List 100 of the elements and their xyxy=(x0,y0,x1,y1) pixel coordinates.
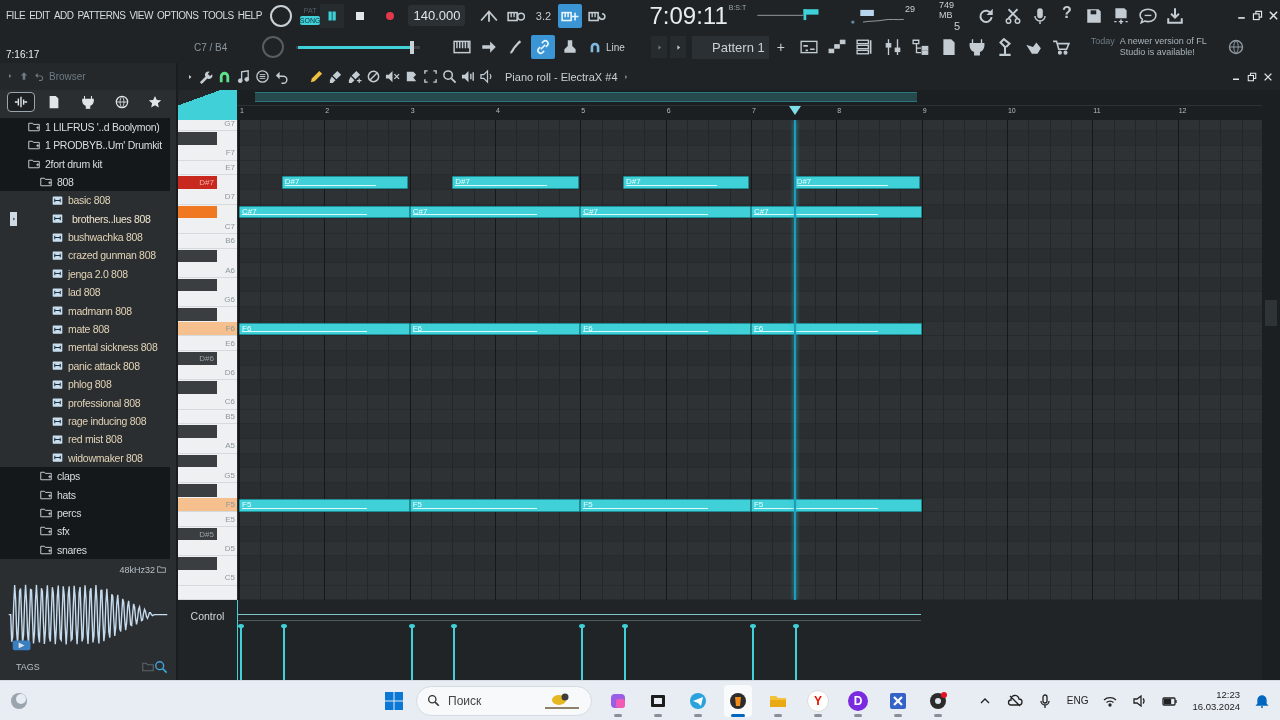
globe-icon[interactable] xyxy=(1227,39,1244,55)
windows-start-icon[interactable] xyxy=(384,690,404,711)
save-icon[interactable] xyxy=(1085,6,1103,25)
velocity-bar[interactable] xyxy=(751,626,754,680)
browser-item[interactable]: crazed gunman 808 xyxy=(68,249,156,262)
caret-icon[interactable] xyxy=(186,72,194,81)
velocity-bar[interactable] xyxy=(410,626,413,680)
pattern-selector[interactable]: Pattern 1 xyxy=(692,35,769,59)
browser-item[interactable]: claps xyxy=(57,470,80,483)
sharp-key[interactable]: D#6 xyxy=(178,352,217,365)
microphone-icon[interactable] xyxy=(1031,6,1049,25)
pitch-knob[interactable] xyxy=(262,36,284,58)
browser-item[interactable]: madmann 808 xyxy=(68,304,132,317)
undo-icon[interactable] xyxy=(977,6,995,25)
plug-icon[interactable] xyxy=(967,38,986,56)
restore-icon[interactable] xyxy=(1251,9,1264,22)
menu-item[interactable]: EDIT xyxy=(29,10,50,21)
add-pattern-button[interactable]: + xyxy=(772,39,789,55)
magnet-icon[interactable] xyxy=(217,69,232,84)
back-icon[interactable] xyxy=(34,71,44,82)
browser-item[interactable]: sfx xyxy=(57,525,70,538)
browser-tab[interactable] xyxy=(6,91,35,112)
snap-selector[interactable]: Line xyxy=(606,41,625,53)
mixer-icon[interactable] xyxy=(883,38,902,56)
browser-item[interactable]: phlog 808 xyxy=(68,378,112,391)
menu-icon[interactable] xyxy=(255,69,270,84)
sharp-key[interactable] xyxy=(178,278,217,292)
help-button[interactable]: ? xyxy=(1055,3,1079,28)
control-label[interactable]: Control xyxy=(190,610,225,680)
browser-item[interactable]: jenga 2.0 808 xyxy=(68,267,128,280)
browser-item[interactable]: basic 808 xyxy=(68,194,111,207)
wrench-icon[interactable] xyxy=(198,69,213,84)
velocity-bar[interactable] xyxy=(794,626,797,680)
brush-icon[interactable] xyxy=(328,69,343,84)
news-message[interactable]: A newer version of FL Studio is available! xyxy=(1119,36,1220,58)
tempo-display[interactable]: 140.000 xyxy=(408,5,466,26)
menu-item[interactable]: PATTERNS xyxy=(77,10,126,21)
menu-item[interactable]: OPTIONS xyxy=(156,10,199,21)
countdown-toggle[interactable]: 3.2 xyxy=(531,3,556,28)
browser-item[interactable]: panic attack 808 xyxy=(68,359,140,372)
browser-item[interactable]: bushwachka 808 xyxy=(68,231,143,244)
pencil-icon[interactable] xyxy=(309,69,324,84)
playlist-icon[interactable] xyxy=(799,38,818,56)
browser-item[interactable]: red mist 808 xyxy=(68,433,123,446)
slider-handle[interactable] xyxy=(410,40,414,54)
search-icon[interactable] xyxy=(154,660,168,675)
taskbar-app[interactable] xyxy=(724,684,752,717)
channel-rack-icon[interactable] xyxy=(855,38,874,56)
playback-icon[interactable] xyxy=(461,69,476,84)
browser-item[interactable]: snares xyxy=(57,543,87,556)
zoom-icon[interactable] xyxy=(442,69,457,84)
restore-icon[interactable] xyxy=(1246,70,1258,83)
delete-icon[interactable] xyxy=(366,69,381,84)
browser-item[interactable]: percs xyxy=(57,506,82,519)
sharp-key[interactable] xyxy=(178,454,217,468)
overview-scrollbar[interactable] xyxy=(255,91,917,103)
mute-icon[interactable] xyxy=(385,69,400,84)
browser-item[interactable]: hats xyxy=(57,488,76,501)
sharp-key[interactable]: D#5 xyxy=(178,528,217,541)
volume-knob[interactable] xyxy=(269,4,292,27)
browser-item[interactable]: professional 808 xyxy=(68,396,141,409)
search-field[interactable]: Поиск xyxy=(416,685,592,716)
menu-item[interactable]: ADD xyxy=(53,10,74,21)
taskbar-app[interactable]: D xyxy=(844,684,872,717)
menu-item[interactable]: TOOLS xyxy=(202,10,234,21)
bell-icon[interactable] xyxy=(1254,692,1270,709)
piano-keyboard-icon[interactable] xyxy=(453,38,471,56)
browser-item[interactable]: lad 808 xyxy=(68,286,101,299)
up-icon[interactable] xyxy=(19,71,29,82)
browser-item[interactable]: brothers..lues 808 xyxy=(72,212,151,225)
browser-item[interactable]: rage inducing 808 xyxy=(68,415,147,427)
chat-icon[interactable] xyxy=(1139,6,1157,25)
undo-icon[interactable] xyxy=(274,69,289,84)
language-indicator[interactable]: ENG xyxy=(1066,695,1089,706)
magnet-icon[interactable] xyxy=(588,40,602,54)
clock-date[interactable]: 16.03.2024 xyxy=(1192,700,1240,713)
steps-icon[interactable] xyxy=(827,38,846,56)
cart-icon[interactable] xyxy=(1051,38,1070,56)
browser-item[interactable]: mental sickness 808 xyxy=(68,341,158,354)
velocity-bar[interactable] xyxy=(282,626,285,680)
browser-item[interactable]: widowmaker 808 xyxy=(68,451,143,464)
note-icon[interactable] xyxy=(236,69,251,84)
velocity-bar[interactable] xyxy=(453,626,456,680)
browser-item[interactable]: mate 808 xyxy=(68,323,110,336)
select-icon[interactable] xyxy=(423,69,438,84)
scissors-icon[interactable] xyxy=(1004,6,1022,25)
zoom-handle[interactable] xyxy=(178,90,237,120)
step-edit-toggle[interactable] xyxy=(558,3,583,28)
download-icon[interactable] xyxy=(1166,6,1184,25)
export-icon[interactable] xyxy=(1112,6,1130,25)
tree-icon[interactable] xyxy=(911,38,930,56)
cloud-off-icon[interactable] xyxy=(1006,692,1023,709)
velocity-bar[interactable] xyxy=(581,626,584,680)
brush-plus-icon[interactable] xyxy=(347,69,362,84)
menu-item[interactable]: VIEW xyxy=(129,10,153,21)
clock-time[interactable]: 12:23 xyxy=(1216,688,1240,701)
sharp-key[interactable] xyxy=(178,249,217,262)
link-toggle[interactable] xyxy=(531,35,555,59)
browser-item[interactable]: 808 xyxy=(57,175,74,188)
menu-item[interactable]: HELP xyxy=(237,10,262,21)
